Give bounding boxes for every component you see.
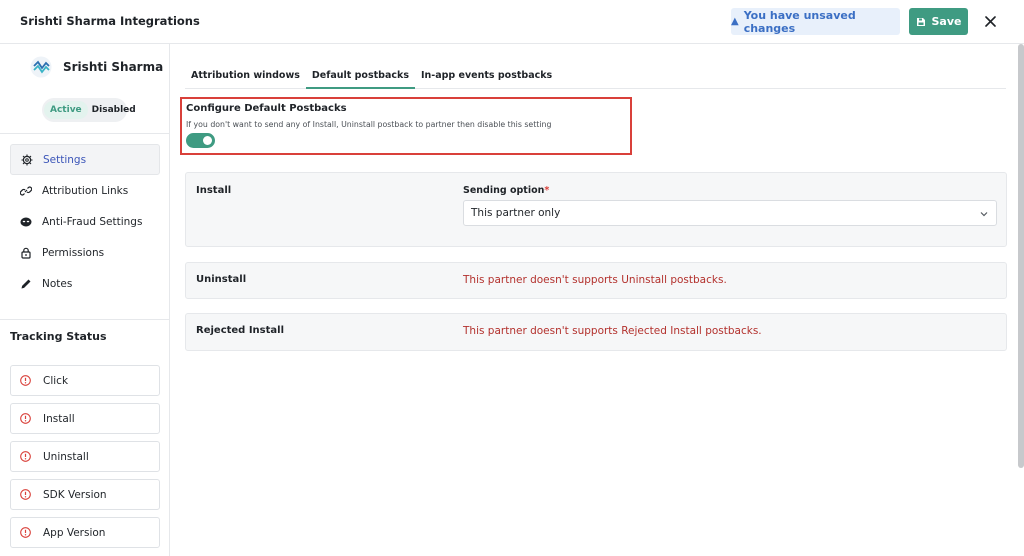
row-label: Rejected Install — [196, 325, 284, 336]
tracking-item-uninstall[interactable]: Uninstall — [10, 441, 160, 472]
tracking-item-label: Uninstall — [43, 450, 89, 463]
tracking-status-title: Tracking Status — [10, 330, 107, 343]
uninstall-postback-row: Uninstall This partner doesn't supports … — [185, 262, 1007, 299]
gear-icon — [21, 154, 33, 165]
close-icon — [984, 15, 996, 27]
sidebar-divider — [0, 319, 170, 320]
page-title: Srishti Sharma Integrations — [20, 14, 200, 28]
unsupported-message: This partner doesn't supports Uninstall … — [463, 274, 727, 286]
alert-icon — [20, 413, 31, 424]
install-postback-row: Install Sending option* This partner onl… — [185, 172, 1007, 247]
tab-in-app-events-postbacks[interactable]: In-app events postbacks — [415, 64, 558, 89]
config-title: Configure Default Postbacks — [186, 103, 347, 114]
brand: Srishti Sharma — [30, 56, 163, 78]
page-header: Srishti Sharma Integrations ▲ You have u… — [0, 0, 1024, 44]
unsaved-changes-text: You have unsaved changes — [743, 8, 856, 35]
alert-icon — [20, 527, 31, 538]
config-description: If you don't want to send any of Install… — [186, 120, 552, 129]
alert-icon — [20, 451, 31, 462]
tab-attribution-windows[interactable]: Attribution windows — [185, 64, 306, 89]
mask-icon — [20, 217, 32, 226]
tracking-item-label: SDK Version — [43, 488, 107, 501]
tracking-item-click[interactable]: Click — [10, 365, 160, 396]
close-button[interactable] — [981, 12, 999, 30]
alert-icon — [20, 375, 31, 386]
tab-default-postbacks[interactable]: Default postbacks — [305, 64, 415, 89]
unsaved-changes-notice: ▲ You have unsaved changes — [731, 8, 900, 35]
chevron-down-icon — [980, 212, 988, 217]
save-label: Save — [931, 15, 962, 28]
sidebar-item-label: Anti-Fraud Settings — [42, 215, 143, 228]
sending-option-value: This partner only — [471, 207, 561, 219]
configure-default-postbacks-section: Configure Default Postbacks If you don't… — [180, 97, 632, 155]
sidebar-item-label: Attribution Links — [42, 184, 129, 197]
sidebar-nav: Settings Attribution Links Anti-Fraud Se… — [10, 144, 160, 299]
sidebar-item-permissions[interactable]: Permissions — [10, 237, 160, 268]
toggle-knob — [203, 136, 212, 145]
tracking-item-label: App Version — [43, 526, 106, 539]
tab-bar: Attribution windows Default postbacks In… — [185, 64, 1006, 89]
sidebar-item-label: Permissions — [42, 246, 105, 259]
save-button[interactable]: Save — [909, 8, 968, 35]
sidebar: Srishti Sharma Active Disabled Settings … — [0, 44, 170, 556]
pencil-icon — [21, 279, 31, 288]
sidebar-item-label: Settings — [43, 153, 87, 166]
row-label: Uninstall — [196, 274, 247, 285]
status-active-option[interactable]: Active — [44, 101, 88, 119]
sidebar-divider — [0, 133, 170, 134]
brand-logo-icon — [30, 56, 52, 78]
status-disabled-option[interactable]: Disabled — [88, 101, 140, 119]
brand-name: Srishti Sharma — [63, 60, 164, 74]
sidebar-item-anti-fraud[interactable]: Anti-Fraud Settings — [10, 206, 160, 237]
tracking-item-label: Click — [43, 374, 69, 387]
sidebar-item-notes[interactable]: Notes — [10, 268, 160, 299]
tracking-item-label: Install — [43, 412, 75, 425]
tracking-item-install[interactable]: Install — [10, 403, 160, 434]
vertical-scrollbar[interactable] — [1018, 44, 1024, 468]
lock-icon — [21, 247, 31, 259]
tracking-item-sdk-version[interactable]: SDK Version — [10, 479, 160, 510]
tracking-status-list: Click Install Uninstall SDK Version App … — [10, 365, 160, 555]
unsupported-message: This partner doesn't supports Rejected I… — [463, 325, 762, 337]
sending-option-select[interactable]: This partner only — [463, 200, 997, 226]
save-icon — [916, 17, 925, 26]
default-postbacks-toggle[interactable] — [186, 133, 215, 148]
sending-option-text: Sending option — [463, 185, 545, 196]
warning-icon: ▲ — [731, 16, 739, 27]
link-icon — [20, 186, 32, 195]
row-label: Install — [196, 185, 232, 196]
status-toggle[interactable]: Active Disabled — [42, 98, 136, 122]
rejected-install-postback-row: Rejected Install This partner doesn't su… — [185, 313, 1007, 351]
sending-option-label: Sending option* — [463, 185, 549, 196]
tracking-item-app-version[interactable]: App Version — [10, 517, 160, 548]
sidebar-item-settings[interactable]: Settings — [10, 144, 160, 175]
required-mark: * — [544, 185, 550, 196]
sidebar-item-label: Notes — [42, 277, 73, 290]
sidebar-item-attribution-links[interactable]: Attribution Links — [10, 175, 160, 206]
alert-icon — [20, 489, 31, 500]
